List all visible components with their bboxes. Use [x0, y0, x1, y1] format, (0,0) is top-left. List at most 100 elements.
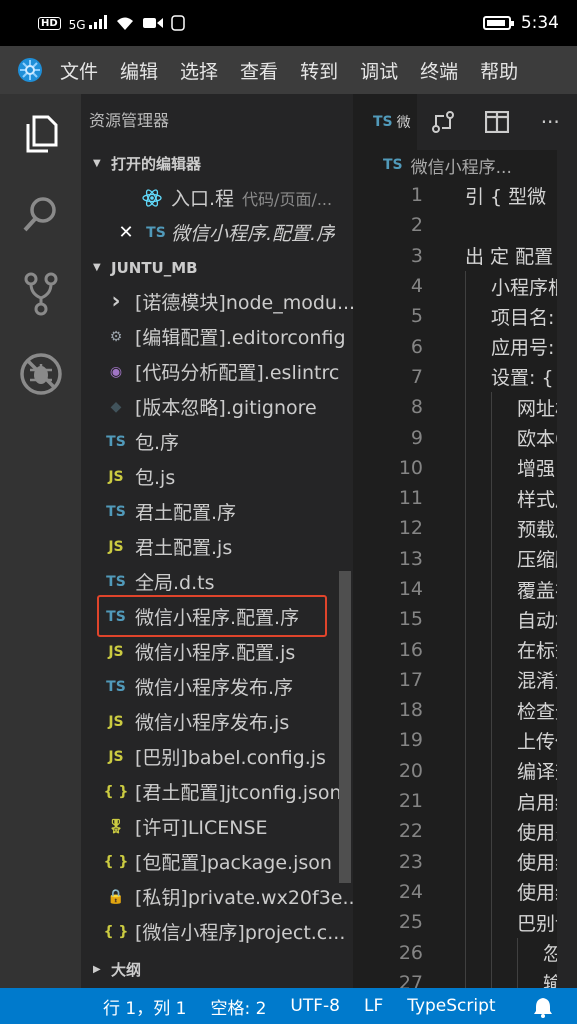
- app-logo[interactable]: [0, 55, 60, 85]
- line-text: 欧本6: [517, 428, 568, 451]
- file-item[interactable]: JS 包.js: [81, 459, 353, 494]
- editor-tab[interactable]: TS 微: [353, 94, 417, 150]
- indentation[interactable]: 空格: 2: [210, 994, 266, 1019]
- menu-item[interactable]: 编辑: [120, 57, 158, 84]
- file-item[interactable]: TS 包.序: [81, 424, 353, 459]
- cursor-position[interactable]: 行 1，列 1: [103, 994, 186, 1019]
- line-text: 检查无: [517, 700, 575, 723]
- file-label: 全局.d.ts: [135, 572, 215, 594]
- file-item[interactable]: ◉ [代码分析配置].eslintrc: [81, 354, 353, 389]
- file-item[interactable]: TS 全局.d.ts: [81, 564, 353, 599]
- split-editor-button[interactable]: [470, 111, 523, 133]
- file-item[interactable]: 🎖 [许可]LICENSE: [81, 809, 353, 844]
- ts-icon: TS: [106, 678, 126, 695]
- js-icon: JS: [108, 748, 124, 765]
- minimap[interactable]: [557, 150, 577, 988]
- file-item[interactable]: ⚙ [编辑配置].editorconfig: [81, 319, 353, 354]
- code-editor[interactable]: 1引 { 型微 2 3 出 定 配置 4 小程序根 5 项目名: 6 应用号: 7 设置: {8 网址校…: [353, 180, 577, 988]
- line-ending[interactable]: LF: [364, 996, 383, 1016]
- code-line: 3 出 定 配置: [353, 241, 577, 271]
- file-item[interactable]: TS 微信小程序发布.序: [81, 669, 353, 704]
- menu-item[interactable]: 帮助: [480, 57, 518, 84]
- line-number: 6: [410, 335, 423, 358]
- file-label: [许可]LICENSE: [135, 817, 268, 839]
- debug-button[interactable]: [0, 334, 81, 414]
- line-number: 1: [410, 184, 423, 207]
- indent-guide: [517, 937, 518, 988]
- file-tree: › [诺德模块]node_modu... ⚙ [编辑配置].editorconfig ◉…: [81, 284, 353, 949]
- search-button[interactable]: [0, 174, 81, 254]
- file-item[interactable]: { } [包配置]package.json: [81, 844, 353, 879]
- menu-item[interactable]: 终端: [420, 57, 458, 84]
- menu-item[interactable]: 转到: [300, 57, 338, 84]
- line-text: 样式后: [517, 488, 575, 511]
- encoding[interactable]: UTF-8: [290, 996, 340, 1016]
- open-editor-item-active[interactable]: ✕ TS 微信小程序.配置.序: [81, 215, 353, 250]
- menu-item[interactable]: 文件: [60, 57, 98, 84]
- file-item[interactable]: JS 微信小程序.配置.js: [81, 634, 353, 669]
- clock: 5:34: [520, 13, 559, 33]
- file-label: 微信小程序.配置.js: [135, 642, 296, 664]
- js-icon: JS: [108, 643, 124, 660]
- ts-icon: TS: [106, 503, 126, 520]
- line-text: 设置: {: [491, 367, 554, 390]
- json-icon: { }: [103, 923, 129, 940]
- source-control-button[interactable]: [0, 254, 81, 334]
- file-item[interactable]: 🔒 [私钥]private.wx20f3e...: [81, 879, 353, 914]
- line-text: 小程序根: [491, 276, 568, 299]
- line-number: 7: [410, 365, 423, 388]
- file-item[interactable]: TS 君土配置.序: [81, 494, 353, 529]
- line-number: 10: [398, 456, 423, 479]
- files-icon: [26, 115, 57, 153]
- sidebar-scrollbar[interactable]: [339, 571, 351, 883]
- line-text: 使用组: [517, 852, 575, 875]
- file-item[interactable]: { } [君土配置]jtconfig.json: [81, 774, 353, 809]
- file-item[interactable]: JS 君土配置.js: [81, 529, 353, 564]
- more-actions-button[interactable]: ···: [524, 110, 577, 134]
- file-item[interactable]: JS 微信小程序发布.js: [81, 704, 353, 739]
- line-number: 14: [398, 578, 423, 600]
- file-label: 君土配置.序: [135, 502, 237, 524]
- line-number: 19: [398, 729, 423, 752]
- file-item[interactable]: › [诺德模块]node_modu...: [81, 284, 353, 319]
- language-mode[interactable]: TypeScript: [407, 996, 495, 1016]
- breadcrumb[interactable]: TS 微信小程序...: [353, 150, 577, 180]
- lock-icon: 🔒: [107, 888, 125, 905]
- ts-icon: TS: [106, 573, 126, 590]
- file-item[interactable]: TS 微信小程序.配置.序: [81, 595, 353, 637]
- ts-icon: TS: [106, 433, 126, 450]
- bell-icon[interactable]: [533, 996, 553, 1018]
- line-number: 27: [398, 971, 423, 988]
- file-item[interactable]: ◆ [版本忽略].gitignore: [81, 389, 353, 424]
- js-icon: JS: [108, 538, 124, 555]
- file-item[interactable]: JS [巴别]babel.config.js: [81, 739, 353, 774]
- menu-item[interactable]: 查看: [240, 57, 278, 84]
- line-number: 13: [398, 547, 423, 570]
- explorer-button[interactable]: [0, 94, 81, 174]
- line-text: 使用多: [517, 821, 575, 844]
- line-text: 使用组: [517, 882, 575, 905]
- chevron-down-icon: ▼: [93, 158, 101, 169]
- line-text: 巴别设: [517, 912, 575, 935]
- indent-guide: [491, 392, 492, 988]
- menu-item[interactable]: 选择: [180, 57, 218, 84]
- open-editor-item[interactable]: 入口.程 代码/页面/...: [81, 180, 353, 215]
- code-line: 2: [353, 210, 577, 240]
- close-icon[interactable]: ✕: [111, 222, 141, 243]
- video-icon: [143, 18, 164, 28]
- project-header[interactable]: ▼ JUNTU_MB: [81, 252, 353, 284]
- explorer-sidebar: 资源管理器 ▼ 打开的编辑器 入口.程 代码/页面/... ✕ TS 微信小程序…: [81, 94, 353, 988]
- code-line: 1 引 { 型微: [353, 180, 577, 210]
- open-editors-header[interactable]: ▼ 打开的编辑器: [81, 148, 353, 180]
- outline-header[interactable]: ▶ 大纲: [81, 954, 353, 986]
- file-item[interactable]: { } [微信小程序]project.c...: [81, 914, 353, 949]
- json-icon: { }: [103, 853, 129, 870]
- compare-changes-button[interactable]: [417, 110, 470, 134]
- explorer-title: 资源管理器: [89, 111, 170, 130]
- indent-guide: [465, 270, 466, 988]
- search-icon: [23, 197, 56, 232]
- menu-item[interactable]: 调试: [360, 57, 398, 84]
- line-text: 自动校: [517, 609, 575, 632]
- file-label: [微信小程序]project.c...: [135, 922, 346, 944]
- file-label: [编辑配置].editorconfig: [135, 327, 346, 349]
